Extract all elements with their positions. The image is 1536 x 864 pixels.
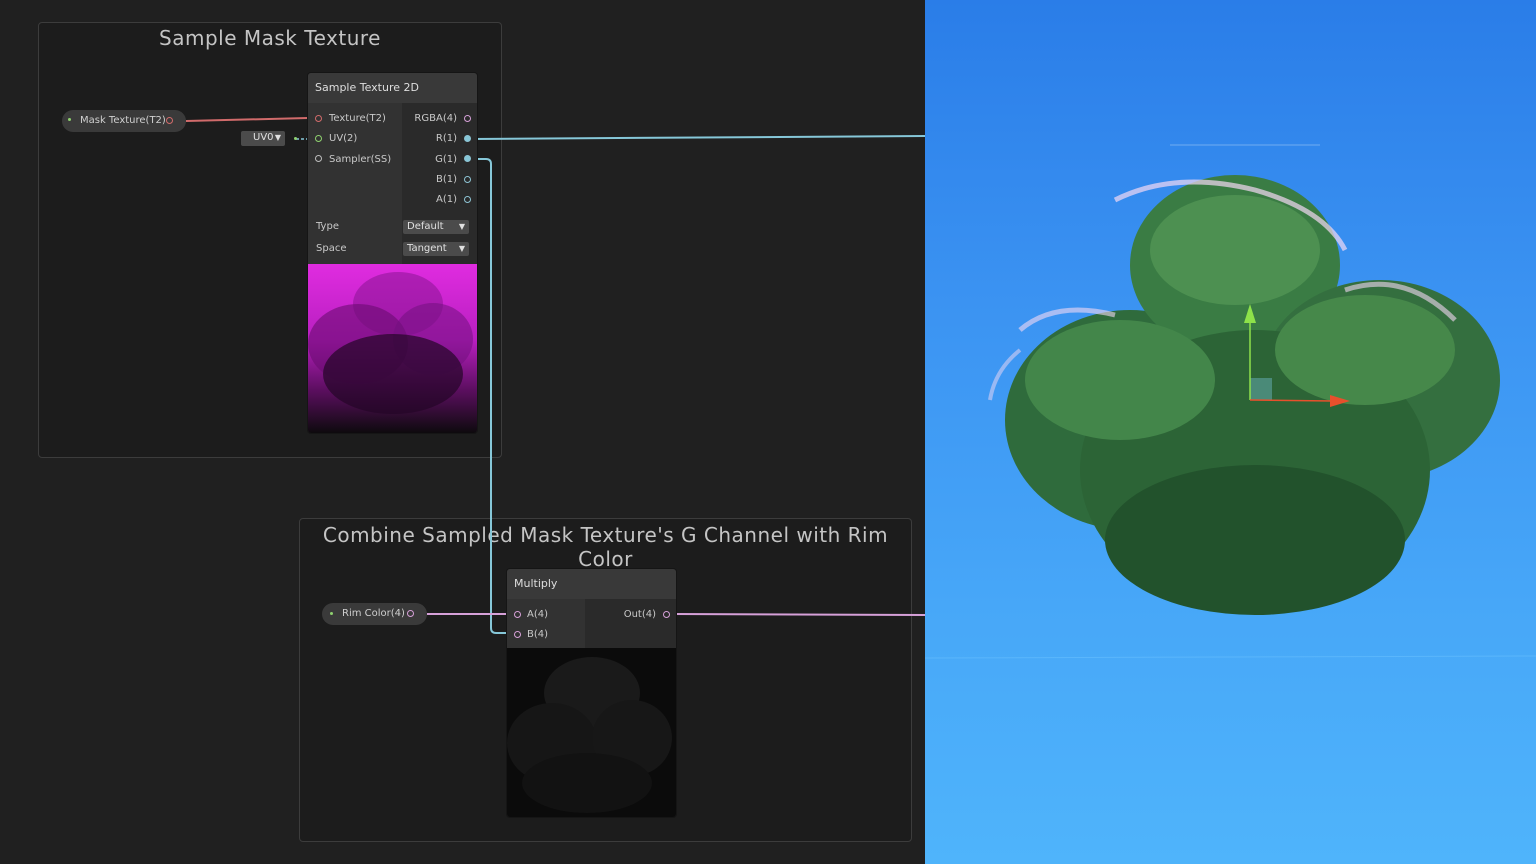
sample-texture-2d-node[interactable]: Sample Texture 2D Texture(T2) UV(2) Samp…	[308, 73, 477, 433]
property-dot	[330, 612, 333, 615]
output-port-rgba[interactable]	[464, 115, 471, 122]
uv-port-dot	[294, 137, 297, 140]
output-port-out[interactable]	[663, 611, 670, 618]
property-output-port[interactable]	[407, 610, 414, 617]
input-port-texture[interactable]	[315, 115, 322, 122]
property-label: Mask Texture(T2)	[80, 115, 166, 126]
input-port-sampler[interactable]	[315, 155, 322, 162]
output-column	[585, 599, 676, 648]
space-label: Space	[316, 243, 347, 254]
output-port-b[interactable]	[464, 176, 471, 183]
node-title[interactable]: Sample Texture 2D	[308, 73, 477, 103]
input-column	[308, 103, 402, 286]
group-title: Sample Mask Texture	[159, 26, 381, 50]
output-port-g[interactable]	[464, 155, 471, 162]
scene-viewport[interactable]	[925, 0, 1536, 864]
type-value: Default	[407, 221, 444, 232]
node-title[interactable]: Multiply	[507, 569, 676, 599]
property-label: Rim Color(4)	[342, 608, 405, 619]
output-label-rgba: RGBA(4)	[414, 113, 457, 124]
output-label-b: B(1)	[435, 174, 457, 185]
shader-graph-canvas[interactable]: Sample Mask Texture Combine Sampled Mask…	[0, 0, 925, 864]
output-label-g: G(1)	[435, 154, 457, 165]
input-label-texture: Texture(T2)	[329, 113, 386, 124]
caret-down-icon: ▼	[458, 244, 465, 253]
mask-texture-property[interactable]: Mask Texture(T2)	[62, 110, 186, 132]
caret-down-icon: ▼	[274, 133, 281, 142]
multiply-node[interactable]: Multiply A(4) B(4) Out(4)	[507, 569, 676, 817]
wire-r-output	[471, 135, 925, 140]
input-port-b[interactable]	[514, 631, 521, 638]
output-port-a[interactable]	[464, 196, 471, 203]
output-label-a: A(1)	[435, 194, 457, 205]
output-label-out: Out(4)	[623, 609, 656, 620]
preview-foliage-shape	[308, 272, 473, 414]
multiply-preview	[507, 648, 676, 817]
input-port-uv[interactable]	[315, 135, 322, 142]
preview-foliage-shape	[507, 657, 672, 813]
input-label-uv: UV(2)	[329, 133, 358, 144]
group-title: Combine Sampled Mask Texture's G Channel…	[322, 523, 889, 571]
space-value: Tangent	[407, 243, 447, 254]
uv-channel-dropdown[interactable]: UV0 ▼	[241, 131, 285, 146]
property-dot	[68, 118, 71, 121]
space-dropdown[interactable]: Tangent ▼	[403, 242, 469, 256]
rim-color-property[interactable]: Rim Color(4)	[322, 603, 427, 625]
type-label: Type	[316, 221, 339, 232]
input-label-sampler: Sampler(SS)	[329, 154, 392, 165]
bush-model	[988, 175, 1500, 615]
input-port-a[interactable]	[514, 611, 521, 618]
output-label-r: R(1)	[435, 133, 457, 144]
output-port-r[interactable]	[464, 135, 471, 142]
texture-preview	[308, 264, 477, 433]
input-label-b: B(4)	[527, 629, 549, 640]
input-label-a: A(4)	[527, 609, 549, 620]
scene-render	[925, 144, 1536, 659]
uv-value: UV0	[253, 132, 274, 143]
property-output-port[interactable]	[166, 117, 173, 124]
type-dropdown[interactable]: Default ▼	[403, 220, 469, 234]
caret-down-icon: ▼	[458, 222, 465, 231]
